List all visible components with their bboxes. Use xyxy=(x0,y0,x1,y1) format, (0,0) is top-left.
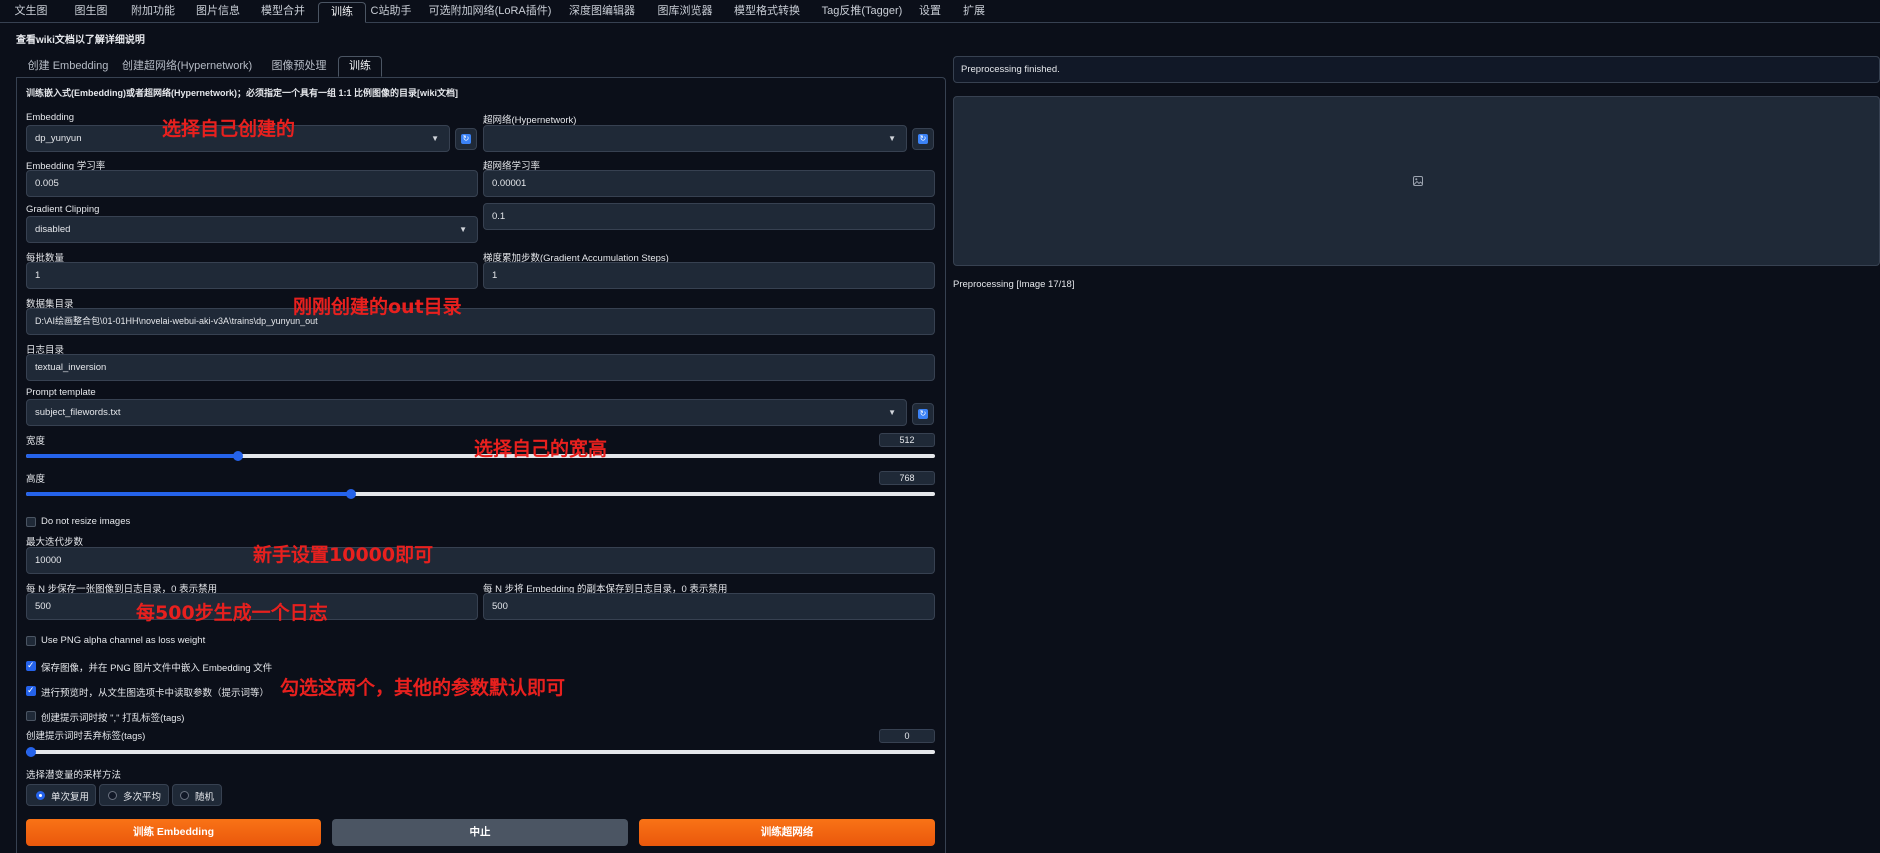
grad-accum-input[interactable]: 1 xyxy=(483,262,935,289)
dataset-dir-input[interactable]: D:\AI绘画整合包\01-01HH\novelai-webui-aki-v3A… xyxy=(26,308,935,335)
save-image-with-embedding-checkbox[interactable] xyxy=(26,660,36,671)
wiki-notice[interactable]: 查看wiki文档以了解详细说明 xyxy=(16,31,145,46)
prompt-template-dropdown[interactable]: subject_filewords.txt ▼ xyxy=(26,399,907,426)
output-gallery xyxy=(953,96,1880,266)
preprocess-status-box: Preprocessing finished. xyxy=(953,56,1880,83)
gradient-clipping-value: disabled xyxy=(35,224,71,235)
drop-tags-slider-thumb[interactable] xyxy=(26,747,36,757)
save-image-with-embedding-label: 保存图像，并在 PNG 图片文件中嵌入 Embedding 文件 xyxy=(41,663,273,674)
latent-sampling-option-label: 随机 xyxy=(195,792,215,803)
annotation-log-every: 每500步生成一个日志 xyxy=(136,602,328,624)
hypernetwork-lr-input[interactable]: 0.00001 xyxy=(483,170,935,197)
chevron-down-icon: ▼ xyxy=(888,408,896,417)
chevron-down-icon: ▼ xyxy=(431,134,439,143)
hypernetwork-dropdown[interactable]: ▼ xyxy=(483,125,907,152)
shuffle-tags-checkbox[interactable] xyxy=(26,711,36,721)
subtab-create-hypernetwork[interactable]: 创建超网络(Hypernetwork) xyxy=(122,57,252,76)
tab-image-browser[interactable]: 图库浏览器 xyxy=(654,2,716,21)
read-params-label: 进行预览时，从文生图选项卡中读取参数（提示词等） xyxy=(41,688,270,699)
drop-tags-number-input[interactable]: 0 xyxy=(879,729,935,743)
annotation-max-steps: 新手设置10000即可 xyxy=(253,544,434,566)
train-embedding-button[interactable]: 训练 Embedding xyxy=(26,819,321,846)
height-slider[interactable] xyxy=(26,489,935,499)
max-steps-label: 最大迭代步数 xyxy=(26,537,84,548)
tab-img2img[interactable]: 图生图 xyxy=(64,2,118,21)
hypernetwork-label: 超网络(Hypernetwork) xyxy=(483,115,577,126)
do-not-resize-checkbox[interactable] xyxy=(26,517,36,527)
height-number-input[interactable]: 768 xyxy=(879,471,935,485)
gradient-clipping-label: Gradient Clipping xyxy=(26,204,100,215)
train-hypernetwork-button[interactable]: 训练超网络 xyxy=(639,819,935,846)
annotation-width-height: 选择自己的宽高 xyxy=(474,438,608,460)
latent-sampling-option-once[interactable]: 单次复用 xyxy=(26,784,96,806)
subtab-train[interactable]: 训练 xyxy=(338,56,382,77)
latent-sampling-option-label: 多次平均 xyxy=(123,792,162,803)
gradient-clip-value-input[interactable]: 0.1 xyxy=(483,203,935,230)
refresh-icon: ↻ xyxy=(461,134,471,144)
chevron-down-icon: ▼ xyxy=(459,225,467,234)
tab-extensions[interactable]: 扩展 xyxy=(958,2,990,21)
refresh-icon: ↻ xyxy=(918,409,928,419)
latent-sampling-option-random[interactable]: 随机 xyxy=(172,784,222,806)
height-slider-fill xyxy=(26,492,351,496)
train-description: 训练嵌入式(Embedding)或者超网络(Hypernetwork)；必须指定… xyxy=(26,88,459,98)
drop-tags-slider[interactable] xyxy=(26,747,935,757)
preprocess-progress-text: Preprocessing [Image 17/18] xyxy=(953,279,1075,290)
tab-additional-networks[interactable]: 可选附加网络(LoRA插件) xyxy=(428,2,552,21)
prompt-template-label: Prompt template xyxy=(26,387,96,398)
save-embedding-every-input[interactable]: 500 xyxy=(483,593,935,620)
embedding-refresh-button[interactable]: ↻ xyxy=(455,128,477,150)
embedding-label: Embedding xyxy=(26,112,75,123)
embedding-lr-input[interactable]: 0.005 xyxy=(26,170,478,197)
log-dir-input[interactable]: textual_inversion xyxy=(26,354,935,381)
latent-sampling-option-deterministic[interactable]: 多次平均 xyxy=(99,784,169,806)
annotation-choose-own: 选择自己创建的 xyxy=(162,118,296,140)
tab-model-converter[interactable]: 模型格式转换 xyxy=(730,2,804,21)
image-placeholder-icon xyxy=(1413,176,1423,186)
tab-txt2img[interactable]: 文生图 xyxy=(10,2,52,21)
width-slider-thumb[interactable] xyxy=(233,451,243,461)
tab-train[interactable]: 训练 xyxy=(318,2,366,23)
max-steps-input[interactable]: 10000 xyxy=(26,547,935,574)
width-label: 宽度 xyxy=(26,436,46,447)
read-params-checkbox[interactable] xyxy=(26,685,36,696)
width-slider-fill xyxy=(26,454,238,458)
tab-checkpoint-merger[interactable]: 模型合并 xyxy=(256,2,310,21)
annotation-check-two: 勾选这两个，其他的参数默认即可 xyxy=(280,677,566,699)
drop-tags-label: 创建提示词时丢弃标签(tags) xyxy=(26,731,146,742)
tab-depth-editor[interactable]: 深度图编辑器 xyxy=(566,2,638,21)
latent-sampling-option-label: 单次复用 xyxy=(51,792,90,803)
chevron-down-icon: ▼ xyxy=(888,134,896,143)
height-label: 高度 xyxy=(26,474,46,485)
embedding-value: dp_yunyun xyxy=(35,133,82,144)
radio-unselected-icon xyxy=(180,791,189,800)
tab-png-info[interactable]: 图片信息 xyxy=(191,2,245,21)
top-tab-bar: 文生图 图生图 附加功能 图片信息 模型合并 训练 C站助手 可选附加网络(Lo… xyxy=(0,0,1880,23)
interrupt-button[interactable]: 中止 xyxy=(332,819,628,846)
shuffle-tags-label: 创建提示词时按 "," 打乱标签(tags) xyxy=(41,713,185,724)
prompt-template-value: subject_filewords.txt xyxy=(35,407,121,418)
use-png-alpha-checkbox[interactable] xyxy=(26,636,36,646)
radio-unselected-icon xyxy=(108,791,117,800)
batch-size-input[interactable]: 1 xyxy=(26,262,478,289)
use-png-alpha-label: Use PNG alpha channel as loss weight xyxy=(41,635,206,646)
refresh-icon: ↻ xyxy=(918,134,928,144)
latent-sampling-label: 选择潜变量的采样方法 xyxy=(26,770,122,781)
subtab-preprocess[interactable]: 图像预处理 xyxy=(264,57,334,76)
width-number-input[interactable]: 512 xyxy=(879,433,935,447)
gradient-clipping-dropdown[interactable]: disabled ▼ xyxy=(26,216,478,243)
annotation-out-dir: 刚刚创建的out目录 xyxy=(293,296,462,318)
tab-tagger[interactable]: Tag反推(Tagger) xyxy=(816,2,908,21)
do-not-resize-label: Do not resize images xyxy=(41,516,131,527)
height-slider-thumb[interactable] xyxy=(346,489,356,499)
radio-selected-icon xyxy=(36,791,45,800)
subtab-create-embedding[interactable]: 创建 Embedding xyxy=(20,57,116,76)
prompt-template-refresh-button[interactable]: ↻ xyxy=(912,403,934,425)
hypernetwork-refresh-button[interactable]: ↻ xyxy=(912,128,934,150)
tab-settings[interactable]: 设置 xyxy=(914,2,946,21)
preprocess-status-text: Preprocessing finished. xyxy=(961,64,1060,75)
tab-civitai-helper[interactable]: C站助手 xyxy=(368,2,414,21)
tab-extras[interactable]: 附加功能 xyxy=(126,2,180,21)
